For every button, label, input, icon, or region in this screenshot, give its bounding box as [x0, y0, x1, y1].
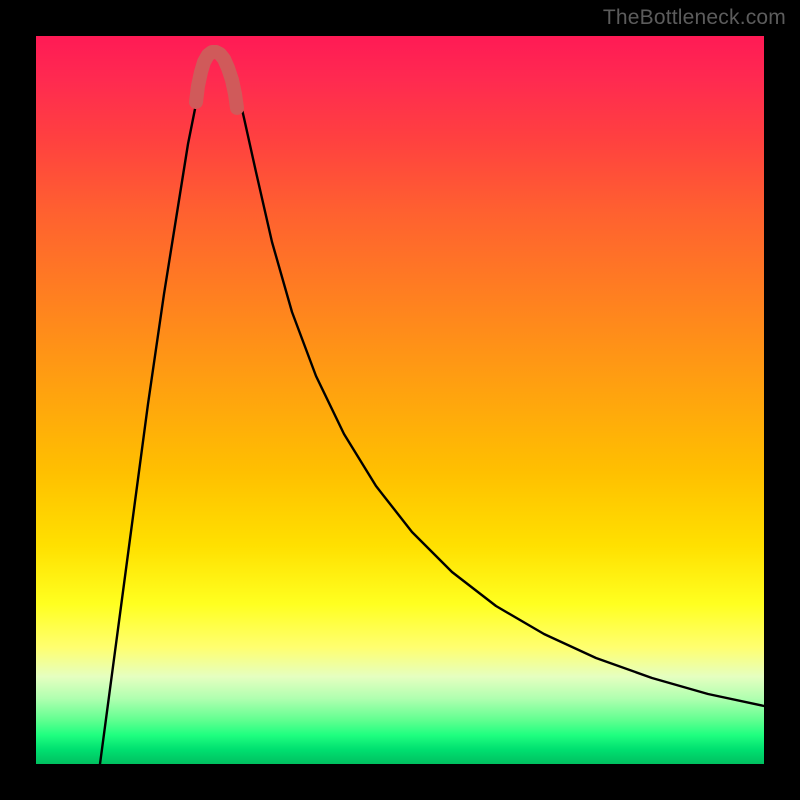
- chart-frame: TheBottleneck.com: [0, 0, 800, 800]
- bottleneck-curve: [100, 52, 764, 764]
- curve-layer: [36, 36, 764, 764]
- plot-area: [36, 36, 764, 764]
- valley-marker: [196, 52, 237, 108]
- watermark-text: TheBottleneck.com: [603, 6, 786, 30]
